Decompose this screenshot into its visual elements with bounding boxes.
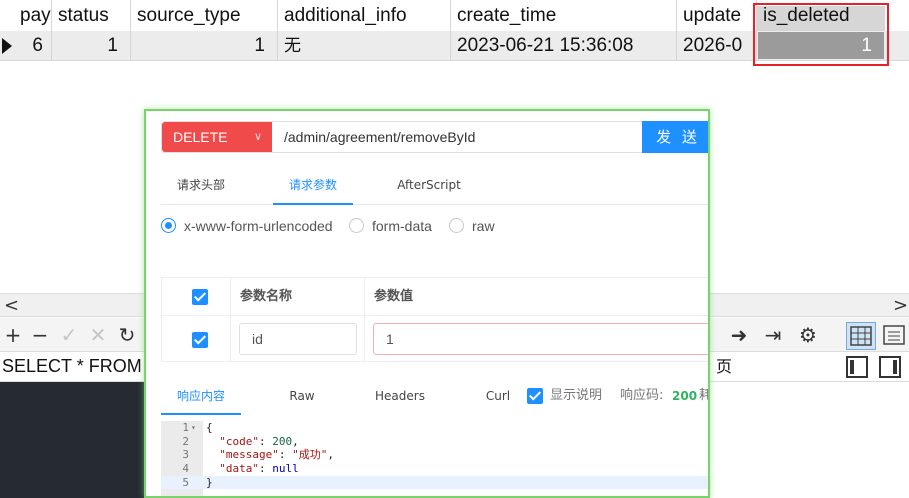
cell-source-type[interactable]: 1 (131, 31, 278, 60)
radio-label: x-www-form-urlencoded (184, 218, 333, 234)
json-value: 200 (272, 434, 293, 448)
right-panel-toggle-icon[interactable] (879, 356, 901, 378)
line-number: 1 (182, 421, 189, 434)
red-highlight-box (753, 3, 889, 66)
code-line: 2 "code": 200, (161, 434, 708, 449)
form-view-icon[interactable] (880, 322, 908, 348)
radio-raw[interactable]: raw (449, 215, 509, 237)
column-header-additional-info[interactable]: additional_info (278, 0, 451, 31)
request-url-bar: DELETE ∨ /admin/agreement/removeById 发 送 (161, 121, 708, 153)
params-table: 参数名称 参数值 id 1 (161, 277, 708, 362)
cell-additional-info[interactable]: 无 (278, 31, 451, 60)
send-button[interactable]: 发 送 (642, 121, 708, 153)
next-page-icon[interactable]: ➜ (726, 322, 752, 348)
tab-request-params[interactable]: 请求参数 (273, 173, 353, 205)
refresh-icon[interactable]: ↻ (114, 322, 140, 348)
line-number: 2 (182, 434, 189, 448)
tab-raw[interactable]: Raw (267, 381, 337, 415)
column-header-source-type[interactable]: source_type (131, 0, 278, 31)
json-value: "成功" (292, 448, 328, 462)
left-panel-toggle-icon[interactable] (846, 356, 868, 378)
json-key: "data" (219, 462, 259, 476)
show-description-checkbox[interactable] (527, 388, 543, 404)
tab-curl[interactable]: Curl (473, 381, 523, 415)
sql-query-text: SELECT * FROM ` (2, 356, 153, 376)
radio-unselected-icon (449, 218, 464, 233)
radio-unselected-icon (349, 218, 364, 233)
column-header-pay[interactable]: pay (14, 0, 52, 31)
table-row: id 1 (162, 316, 708, 362)
http-method-select[interactable]: DELETE ∨ (162, 122, 272, 152)
screen: pay status source_type additional_info c… (0, 0, 909, 498)
cell-create-time[interactable]: 2023-06-21 15:36:08 (451, 31, 677, 60)
code-text: { (206, 421, 213, 434)
param-value-input[interactable]: 1 (373, 323, 708, 355)
params-header-row: 参数名称 参数值 (162, 278, 708, 316)
line-number: 4 (182, 462, 189, 476)
api-request-dialog: DELETE ∨ /admin/agreement/removeById 发 送… (144, 109, 710, 498)
url-input[interactable]: /admin/agreement/removeById (284, 122, 475, 152)
radio-form-data[interactable]: form-data (349, 215, 449, 237)
fold-toggle-icon[interactable]: ▾ (191, 421, 196, 435)
code-line-current: 5 } (161, 475, 708, 490)
column-header-status[interactable]: status (52, 0, 131, 31)
line-number: 3 (182, 448, 189, 462)
scroll-left-icon[interactable]: < (4, 294, 19, 318)
http-method-label: DELETE (173, 129, 228, 145)
cell-status[interactable]: 1 (52, 31, 131, 60)
select-all-checkbox[interactable] (192, 289, 208, 305)
radio-label: form-data (372, 218, 432, 234)
param-value-header: 参数值 (374, 289, 414, 304)
code-text: } (206, 475, 213, 489)
param-name-header: 参数名称 (240, 289, 293, 304)
add-record-icon[interactable]: + (0, 322, 26, 348)
json-value: null (272, 462, 299, 476)
column-header-update[interactable]: update (677, 0, 757, 31)
settings-gear-icon[interactable]: ⚙ (795, 322, 821, 348)
json-key: "message" (219, 448, 279, 462)
tab-request-headers[interactable]: 请求头部 (161, 173, 241, 205)
response-code-editor[interactable]: 1 ▾ { 2 "code": 200, 3 "message": "成功", … (161, 421, 708, 496)
current-row-marker-icon (2, 38, 12, 54)
discard-changes-icon[interactable]: ✕ (85, 322, 111, 348)
radio-x-www-form-urlencoded[interactable]: x-www-form-urlencoded (161, 215, 341, 237)
scroll-right-icon[interactable]: > (893, 294, 908, 318)
show-description-label: 显示说明 (550, 388, 603, 403)
json-key: "code" (219, 434, 259, 448)
cell-update-time[interactable]: 2026-0 (677, 31, 757, 60)
apply-changes-icon[interactable]: ✓ (56, 322, 82, 348)
last-page-icon[interactable]: ⇥ (760, 322, 786, 348)
column-header-create-time[interactable]: create_time (451, 0, 677, 31)
tab-response-content[interactable]: 响应内容 (161, 381, 241, 415)
radio-label: raw (472, 218, 495, 234)
page-label: 页 (716, 357, 733, 376)
elapsed-time-label: 耗 (699, 381, 708, 411)
request-tabs: 请求头部 请求参数 AfterScript (161, 173, 708, 205)
code-line: 1 ▾ { (161, 421, 708, 435)
status-code-value: 200 (672, 389, 698, 403)
cell-pay[interactable]: 6 (14, 31, 52, 60)
delete-record-icon[interactable]: − (27, 322, 53, 348)
code-line: 3 "message": "成功", (161, 448, 708, 462)
radio-selected-icon (161, 218, 176, 233)
status-code-label: 响应码: (620, 388, 664, 403)
tab-headers[interactable]: Headers (363, 381, 437, 415)
code-line: 4 "data": null (161, 462, 708, 476)
tab-afterscript[interactable]: AfterScript (381, 173, 477, 205)
param-name-input[interactable]: id (239, 323, 357, 355)
param-row-checkbox[interactable] (192, 332, 208, 348)
grid-view-icon[interactable] (846, 322, 876, 350)
chevron-down-icon: ∨ (253, 131, 262, 143)
response-tabs: 响应内容 Raw Headers Curl 显示说明 响应码: 200 耗 (161, 381, 708, 415)
dark-panel (0, 382, 145, 498)
line-number: 5 (182, 475, 189, 489)
